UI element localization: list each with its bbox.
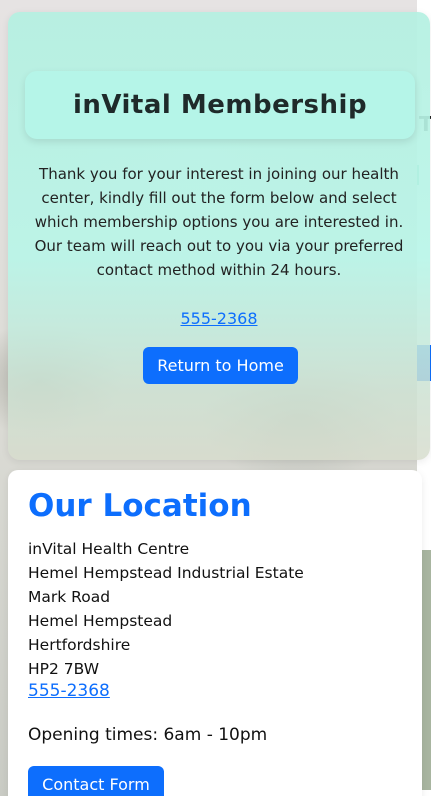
hero-phone-link[interactable]: 555-2368 bbox=[180, 309, 257, 328]
address-line: Hemel Hempstead Industrial Estate bbox=[28, 564, 304, 582]
return-home-button[interactable]: Return to Home bbox=[143, 347, 298, 384]
location-title: Our Location bbox=[28, 488, 252, 524]
hero-description: Thank you for your interest in joining o… bbox=[34, 165, 404, 279]
location-phone-wrapper: 555-2368 bbox=[28, 681, 110, 701]
hero-title-box: inVital Membership bbox=[25, 71, 415, 139]
address-line: HP2 7BW bbox=[28, 660, 100, 678]
opening-times: Opening times: 6am - 10pm bbox=[28, 725, 268, 745]
address-line: Hemel Hempstead bbox=[28, 612, 173, 630]
address-block: inVital Health Centre Hemel Hempstead In… bbox=[28, 537, 304, 681]
page-title: inVital Membership bbox=[72, 90, 368, 120]
location-phone-link[interactable]: 555-2368 bbox=[28, 681, 110, 701]
location-card: Our Location inVital Health Centre Hemel… bbox=[8, 470, 422, 796]
membership-hero: inVital Membership Thank you for your in… bbox=[8, 12, 430, 460]
contact-form-button[interactable]: Contact Form bbox=[28, 766, 164, 796]
address-line: inVital Health Centre bbox=[28, 540, 190, 558]
address-line: Hertfordshire bbox=[28, 636, 131, 654]
hero-phone-wrapper: 555-2368 bbox=[8, 309, 430, 328]
address-line: Mark Road bbox=[28, 588, 111, 606]
